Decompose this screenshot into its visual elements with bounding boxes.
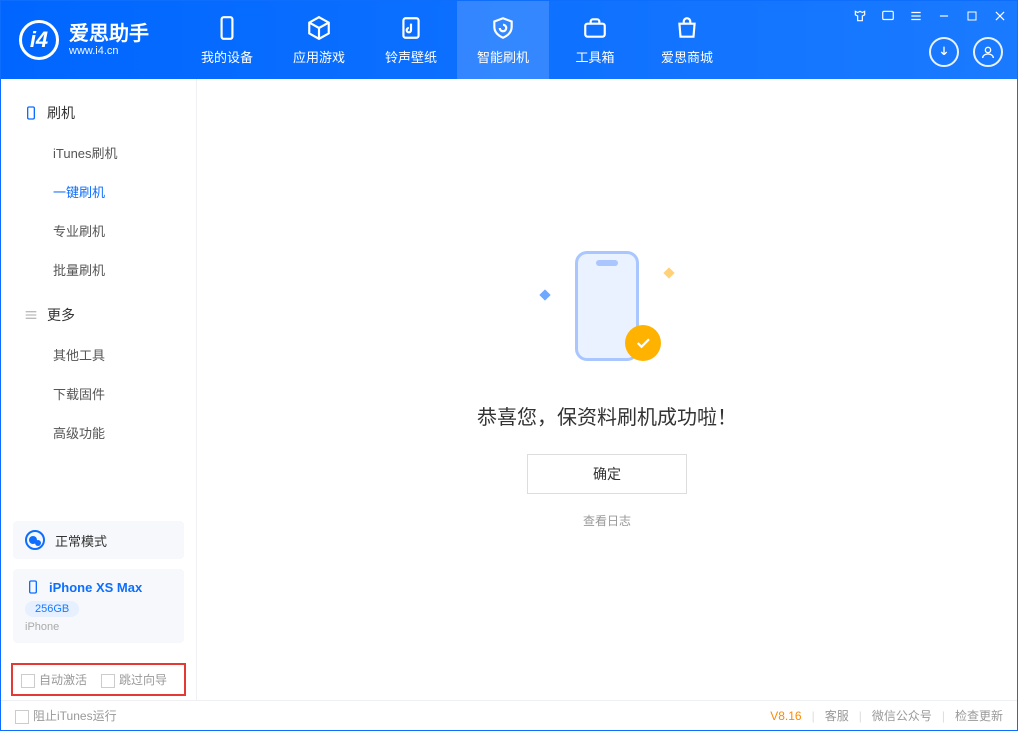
version-label: V8.16 [770, 709, 801, 723]
check-update-link[interactable]: 检查更新 [955, 707, 1003, 724]
checkbox-block-itunes[interactable]: 阻止iTunes运行 [15, 707, 117, 724]
success-illustration [547, 251, 667, 371]
sidebar-item-other-tools[interactable]: 其他工具 [1, 335, 196, 374]
phone-icon [214, 15, 240, 41]
tab-ringtones[interactable]: 铃声壁纸 [365, 1, 457, 79]
phone-small-icon [25, 579, 41, 595]
tab-label: 铃声壁纸 [385, 47, 437, 66]
toolbox-icon [582, 15, 608, 41]
music-file-icon [398, 15, 424, 41]
bag-icon [674, 15, 700, 41]
support-link[interactable]: 客服 [825, 707, 849, 724]
maximize-icon[interactable] [963, 7, 981, 25]
tab-label: 工具箱 [575, 47, 614, 66]
sidebar-item-itunes-flash[interactable]: iTunes刷机 [1, 133, 196, 172]
device-mode[interactable]: 正常模式 [13, 521, 184, 559]
app-header: i4 爱思助手 www.i4.cn 我的设备 应用游戏 铃声壁纸 智能刷机 工具… [1, 1, 1017, 79]
sidebar: 刷机 iTunes刷机 一键刷机 专业刷机 批量刷机 更多 其他工具 下载固件 … [1, 79, 197, 700]
mode-icon [25, 530, 45, 550]
tab-label: 爱思商城 [661, 47, 713, 66]
sidebar-item-oneclick-flash[interactable]: 一键刷机 [1, 172, 196, 211]
sidebar-item-pro-flash[interactable]: 专业刷机 [1, 211, 196, 250]
sidebar-item-advanced[interactable]: 高级功能 [1, 413, 196, 452]
tab-apps[interactable]: 应用游戏 [273, 1, 365, 79]
success-message: 恭喜您，保资料刷机成功啦！ [477, 401, 737, 430]
group-label: 刷机 [47, 103, 75, 123]
tab-label: 应用游戏 [293, 47, 345, 66]
tab-label: 智能刷机 [477, 47, 529, 66]
menu-icon[interactable] [907, 7, 925, 25]
ok-button[interactable]: 确定 [527, 454, 687, 494]
tab-toolbox[interactable]: 工具箱 [549, 1, 641, 79]
app-subtitle: www.i4.cn [69, 45, 149, 57]
options-strip: 自动激活 跳过向导 [11, 663, 186, 696]
device-card[interactable]: iPhone XS Max 256GB iPhone [13, 569, 184, 643]
refresh-shield-icon [490, 15, 516, 41]
skin-icon[interactable] [851, 7, 869, 25]
main-tabs: 我的设备 应用游戏 铃声壁纸 智能刷机 工具箱 爱思商城 [181, 1, 733, 79]
download-icon[interactable] [929, 37, 959, 67]
header-actions [929, 37, 1003, 67]
checkbox-skip-guide[interactable]: 跳过向导 [101, 671, 167, 688]
sidebar-group-more: 更多 [1, 299, 196, 331]
minimize-icon[interactable] [935, 7, 953, 25]
group-label: 更多 [47, 305, 75, 325]
tab-label: 我的设备 [201, 47, 253, 66]
device-icon [23, 105, 39, 121]
checkbox-auto-activate[interactable]: 自动激活 [21, 671, 87, 688]
device-type: iPhone [25, 621, 172, 633]
status-bar: 阻止iTunes运行 V8.16 | 客服 | 微信公众号 | 检查更新 [1, 700, 1017, 730]
list-icon [23, 307, 39, 323]
logo: i4 爱思助手 www.i4.cn [1, 20, 167, 60]
close-icon[interactable] [991, 7, 1009, 25]
wechat-link[interactable]: 微信公众号 [872, 707, 932, 724]
app-title: 爱思助手 [69, 23, 149, 45]
main-content: 恭喜您，保资料刷机成功啦！ 确定 查看日志 [197, 79, 1017, 700]
device-name: iPhone XS Max [49, 580, 142, 595]
user-icon[interactable] [973, 37, 1003, 67]
sidebar-group-flash: 刷机 [1, 97, 196, 129]
view-log-link[interactable]: 查看日志 [583, 512, 631, 529]
device-panel: 正常模式 iPhone XS Max 256GB iPhone [1, 509, 196, 655]
device-capacity: 256GB [25, 601, 79, 617]
window-controls [851, 7, 1009, 25]
tab-my-device[interactable]: 我的设备 [181, 1, 273, 79]
tab-flash[interactable]: 智能刷机 [457, 1, 549, 79]
logo-icon: i4 [19, 20, 59, 60]
cube-icon [306, 15, 332, 41]
sidebar-item-batch-flash[interactable]: 批量刷机 [1, 250, 196, 289]
tab-store[interactable]: 爱思商城 [641, 1, 733, 79]
mode-label: 正常模式 [55, 531, 107, 550]
check-icon [625, 325, 661, 361]
sidebar-item-download-firmware[interactable]: 下载固件 [1, 374, 196, 413]
feedback-icon[interactable] [879, 7, 897, 25]
